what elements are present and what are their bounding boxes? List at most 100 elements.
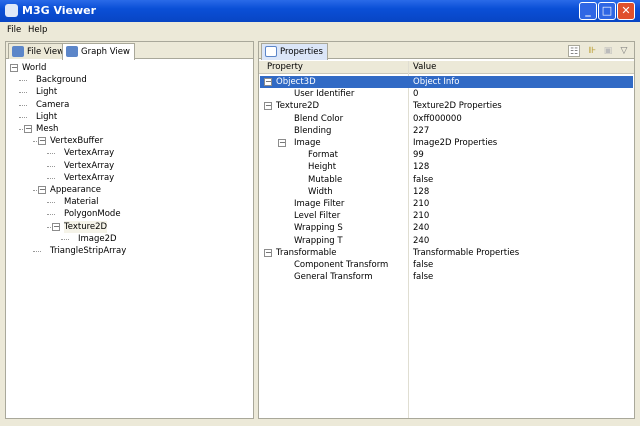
- tree-connector: [19, 116, 27, 118]
- tree-collapse-icon[interactable]: −: [38, 137, 46, 146]
- property-collapse-icon[interactable]: −: [264, 248, 272, 257]
- left-tab-strip: File View Graph View: [6, 42, 253, 60]
- graph-view-icon: [66, 46, 78, 57]
- app-icon: [5, 4, 18, 17]
- property-value: 210: [413, 211, 430, 222]
- property-row[interactable]: Image Filter 210: [260, 198, 633, 210]
- property-value: 227: [413, 125, 430, 136]
- property-collapse-icon[interactable]: −: [264, 78, 272, 86]
- property-row[interactable]: − Texture2D Texture2D Properties: [260, 100, 633, 112]
- tree-node[interactable]: Background: [36, 74, 87, 86]
- tree-node[interactable]: Texture2D: [64, 220, 108, 233]
- tree-layout-icon[interactable]: ☷: [568, 45, 580, 57]
- tree-node[interactable]: Light: [36, 111, 57, 123]
- property-name: Wrapping T: [294, 235, 343, 246]
- property-name: Object3D: [276, 77, 316, 87]
- property-name: Level Filter: [294, 211, 341, 222]
- tree-node[interactable]: VertexArray: [64, 160, 114, 172]
- tree-node[interactable]: Light: [36, 86, 57, 98]
- tree-connector: [19, 80, 27, 82]
- property-row[interactable]: User Identifier 0: [260, 88, 633, 100]
- property-name: Height: [308, 162, 337, 173]
- property-row[interactable]: Blend Color 0xff000000: [260, 113, 633, 125]
- properties-icon: [265, 46, 277, 57]
- property-row[interactable]: Mutable false: [260, 174, 633, 186]
- tree-node[interactable]: VertexBuffer: [50, 135, 103, 147]
- property-row[interactable]: Wrapping T 240: [260, 235, 633, 247]
- tree-connector: [61, 238, 69, 240]
- tree-connector: [19, 92, 27, 94]
- property-name: General Transform: [294, 272, 373, 283]
- property-value: 210: [413, 199, 430, 209]
- property-row[interactable]: − Image Image2D Properties: [260, 137, 633, 149]
- property-row[interactable]: − Object3D Object Info: [260, 76, 633, 88]
- property-collapse-icon[interactable]: −: [264, 102, 272, 111]
- menu-file[interactable]: File: [7, 25, 21, 35]
- right-tab-strip: Properties ☷ ⊪ ▣ ▽: [259, 42, 634, 60]
- maximize-button[interactable]: □: [598, 2, 616, 20]
- tree-connector: [47, 202, 55, 204]
- property-value: Object Info: [413, 77, 460, 87]
- window-title: M3G Viewer: [22, 4, 97, 17]
- tree-collapse-icon[interactable]: −: [52, 222, 60, 231]
- graph-view-panel: File View Graph View − World Background Lig…: [5, 41, 254, 419]
- tree-node[interactable]: Mesh: [36, 123, 58, 135]
- tab-graph-view[interactable]: Graph View: [62, 43, 135, 60]
- tab-label: File View: [27, 47, 65, 57]
- properties-table-header: Property Value: [259, 61, 634, 74]
- property-name: Wrapping S: [294, 223, 343, 234]
- menu-bar: File Help: [0, 22, 640, 38]
- property-row[interactable]: Component Transform false: [260, 259, 633, 271]
- column-header-value[interactable]: Value: [413, 62, 436, 72]
- tree-node[interactable]: World: [22, 62, 46, 74]
- restore-icon[interactable]: ▣: [602, 45, 614, 57]
- title-bar: M3G Viewer _ □ ✕: [0, 0, 640, 22]
- tree-node[interactable]: VertexArray: [64, 172, 114, 184]
- property-value: 128: [413, 162, 430, 173]
- tree-collapse-icon[interactable]: −: [10, 64, 18, 72]
- property-name: Width: [308, 186, 333, 197]
- property-row[interactable]: Wrapping S 240: [260, 222, 633, 234]
- close-button[interactable]: ✕: [617, 2, 635, 20]
- tab-label: Properties: [280, 47, 323, 57]
- tree-node[interactable]: VertexArray: [64, 147, 114, 159]
- property-value: false: [413, 260, 434, 270]
- property-row[interactable]: Width 128: [260, 186, 633, 198]
- property-name: Blending: [294, 125, 332, 136]
- minimize-button[interactable]: _: [579, 2, 597, 20]
- property-collapse-icon[interactable]: −: [278, 139, 286, 147]
- tree-node[interactable]: PolygonMode: [64, 208, 121, 220]
- property-name: User Identifier: [294, 89, 355, 100]
- filter-icon[interactable]: ⊪: [586, 45, 598, 57]
- property-row[interactable]: General Transform false: [260, 271, 633, 283]
- column-header-property[interactable]: Property: [267, 62, 303, 72]
- tree-node[interactable]: TriangleStripArray: [50, 245, 126, 257]
- tab-properties[interactable]: Properties: [261, 43, 328, 60]
- property-name: Blend Color: [294, 113, 344, 124]
- property-value: 99: [413, 150, 424, 161]
- property-value: 240: [413, 235, 430, 246]
- property-row[interactable]: Height 128: [260, 161, 633, 173]
- tree-connector: [47, 165, 55, 167]
- tree-node[interactable]: Material: [64, 196, 99, 208]
- tree-collapse-icon[interactable]: −: [38, 186, 46, 194]
- property-value: Transformable Properties: [413, 247, 520, 258]
- property-row[interactable]: Blending 227: [260, 125, 633, 137]
- tree-node[interactable]: Appearance: [50, 184, 101, 196]
- property-row[interactable]: − Transformable Transformable Properties: [260, 247, 633, 259]
- property-row[interactable]: Level Filter 210: [260, 210, 633, 222]
- tree-node[interactable]: Image2D: [78, 233, 117, 245]
- property-row[interactable]: Format 99: [260, 149, 633, 161]
- tree-connector: [33, 251, 41, 252]
- property-name: Transformable: [276, 247, 337, 258]
- tab-file-view[interactable]: File View: [8, 43, 70, 59]
- property-name: Texture2D: [276, 101, 320, 112]
- menu-help[interactable]: Help: [28, 25, 47, 35]
- tree-collapse-icon[interactable]: −: [24, 125, 32, 133]
- tree-node[interactable]: Camera: [36, 99, 69, 111]
- property-value: false: [413, 174, 434, 185]
- view-menu-icon[interactable]: ▽: [618, 45, 630, 57]
- property-name: Mutable: [308, 174, 343, 185]
- tree-connector: [47, 214, 55, 216]
- property-name: Image Filter: [294, 199, 345, 209]
